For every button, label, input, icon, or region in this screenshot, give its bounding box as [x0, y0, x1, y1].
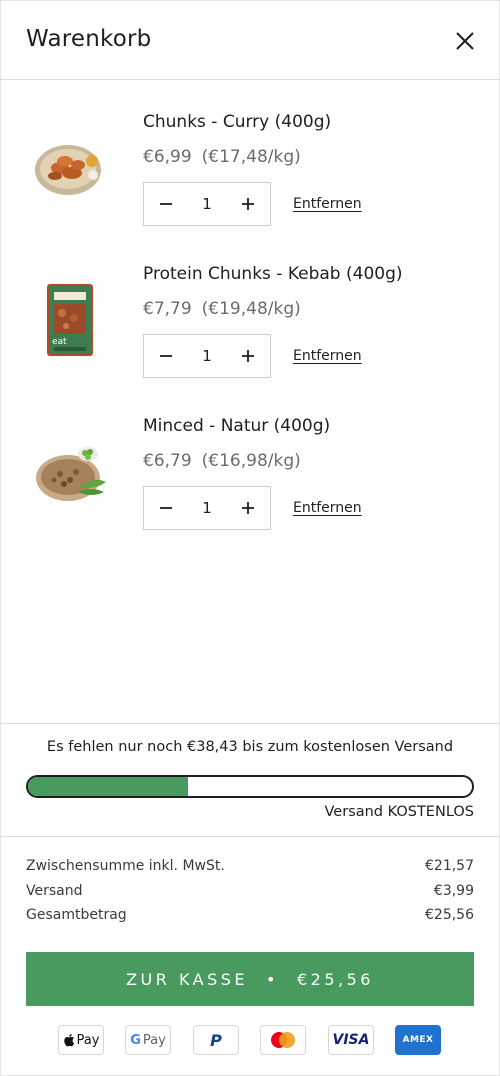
shipping-progress-fill: [28, 777, 188, 796]
free-shipping-section: Es fehlen nur noch €38,43 bis zum kosten…: [0, 723, 500, 837]
quantity-input[interactable]: 1: [188, 487, 226, 529]
paypal-icon: P: [193, 1025, 239, 1055]
decrease-quantity-button[interactable]: [144, 487, 188, 529]
visa-text: VISA: [332, 1032, 370, 1048]
plus-icon: [242, 350, 254, 362]
visa-icon: VISA: [328, 1025, 374, 1055]
payment-methods: Pay G Pay P VISA AMEX: [58, 1025, 442, 1055]
cart-item: eat Protein Chunks - Kebab (400g) €7,79 (…: [0, 252, 500, 402]
quantity-stepper: 1: [143, 182, 271, 226]
item-price-value: €6,79: [143, 451, 192, 471]
cart-title: Warenkorb: [26, 26, 152, 52]
checkout-label: ZUR KASSE: [126, 969, 249, 989]
close-icon: [456, 32, 474, 50]
increase-quantity-button[interactable]: [226, 183, 270, 225]
minced-natur-image[interactable]: [30, 432, 110, 512]
cart-item: Minced - Natur (400g) €6,79 (€16,98/kg) 1…: [0, 404, 500, 554]
remove-item-link[interactable]: Entfernen: [293, 196, 362, 212]
subtotal-value: €21,57: [425, 858, 474, 874]
shipping-value: €3,99: [433, 882, 474, 899]
google-pay-text: Pay: [142, 1032, 166, 1048]
decrease-quantity-button[interactable]: [144, 183, 188, 225]
quantity-input[interactable]: 1: [188, 183, 226, 225]
increase-quantity-button[interactable]: [226, 335, 270, 377]
total-row: Gesamtbetrag €25,56: [26, 907, 474, 932]
google-pay-icon: G Pay: [125, 1025, 171, 1055]
plus-icon: [242, 198, 254, 210]
kebab-chunks-image[interactable]: eat: [30, 280, 110, 360]
checkout-button[interactable]: ZUR KASSE • €25,56: [26, 952, 474, 1006]
close-button[interactable]: [450, 26, 480, 56]
subtotal-label: Zwischensumme inkl. MwSt.: [26, 858, 225, 874]
google-g-letter: G: [130, 1032, 141, 1048]
mastercard-icon: [260, 1025, 306, 1055]
item-name[interactable]: Minced - Natur (400g): [143, 416, 330, 436]
remove-item-link[interactable]: Entfernen: [293, 348, 362, 364]
item-unit-price: (€19,48/kg): [201, 299, 301, 319]
checkout-amount: €25,56: [296, 969, 374, 989]
cart-item: Chunks - Curry (400g) €6,99 (€17,48/kg) 1…: [0, 100, 500, 250]
minus-icon: [160, 355, 172, 357]
curry-chunks-image[interactable]: [30, 128, 110, 208]
shipping-row: Versand €3,99: [26, 883, 474, 908]
order-summary: Zwischensumme inkl. MwSt. €21,57 Versand…: [26, 858, 474, 932]
plus-icon: [242, 502, 254, 514]
item-unit-price: (€17,48/kg): [201, 147, 301, 167]
amex-icon: AMEX: [395, 1025, 441, 1055]
svg-text:eat: eat: [52, 337, 67, 347]
mastercard-circles: [271, 1032, 295, 1048]
item-price-value: €7,79: [143, 299, 192, 319]
free-shipping-message: Es fehlen nur noch €38,43 bis zum kosten…: [46, 739, 454, 755]
increase-quantity-button[interactable]: [226, 487, 270, 529]
apple-pay-text: Pay: [76, 1032, 100, 1048]
shipping-progress-bar: [26, 775, 474, 798]
amex-text: AMEX: [402, 1035, 434, 1045]
item-unit-price: (€16,98/kg): [201, 451, 301, 471]
item-name[interactable]: Chunks - Curry (400g): [143, 112, 331, 132]
item-name[interactable]: Protein Chunks - Kebab (400g): [143, 264, 403, 284]
total-label: Gesamtbetrag: [26, 907, 127, 923]
minus-icon: [160, 203, 172, 205]
item-price-value: €6,99: [143, 147, 192, 167]
item-price: €7,79 (€19,48/kg): [143, 299, 301, 319]
subtotal-row: Zwischensumme inkl. MwSt. €21,57: [26, 858, 474, 883]
apple-logo-icon: [63, 1034, 74, 1047]
quantity-input[interactable]: 1: [188, 335, 226, 377]
minus-icon: [160, 507, 172, 509]
remove-item-link[interactable]: Entfernen: [293, 500, 362, 516]
apple-pay-icon: Pay: [58, 1025, 104, 1055]
total-value: €25,56: [425, 907, 474, 923]
quantity-stepper: 1: [143, 334, 271, 378]
checkout-separator: •: [266, 969, 279, 989]
shipping-label: Versand: [26, 882, 83, 899]
free-shipping-status: Versand KOSTENLOS: [324, 804, 475, 820]
quantity-stepper: 1: [143, 486, 271, 530]
paypal-letter: P: [210, 1030, 222, 1050]
item-price: €6,99 (€17,48/kg): [143, 147, 301, 167]
cart-header: Warenkorb: [0, 0, 500, 80]
item-price: €6,79 (€16,98/kg): [143, 451, 301, 471]
decrease-quantity-button[interactable]: [144, 335, 188, 377]
